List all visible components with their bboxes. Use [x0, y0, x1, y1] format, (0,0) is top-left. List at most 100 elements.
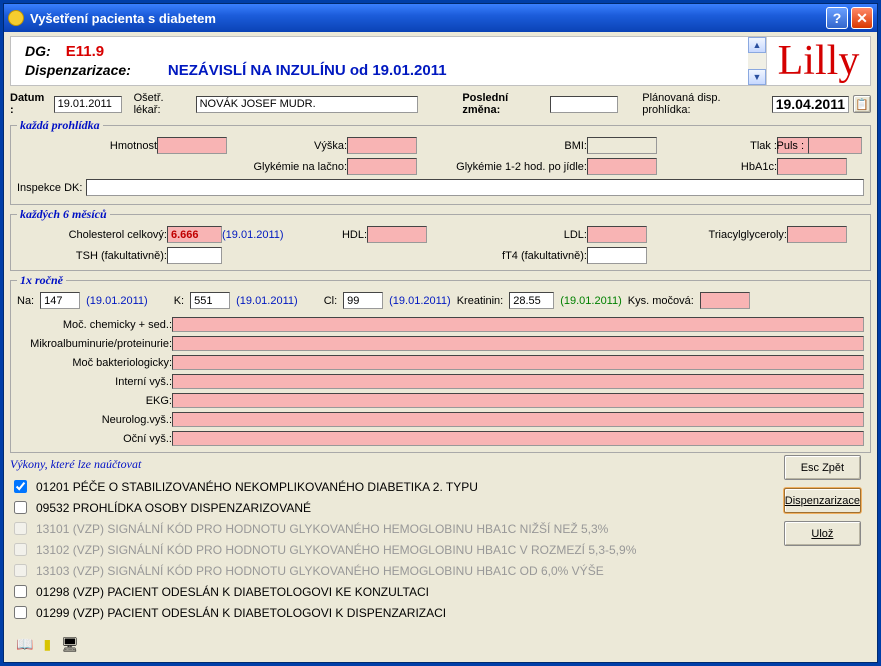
ldl-label: LDL: — [427, 229, 587, 241]
glyk-fast-input[interactable] — [347, 158, 417, 175]
planned-label: Plánovaná disp. prohlídka: — [642, 92, 767, 116]
doctor-input[interactable]: NOVÁK JOSEF MUDR. — [196, 96, 419, 113]
cl-input[interactable]: 99 — [343, 292, 383, 309]
tsh-input[interactable] — [167, 247, 222, 264]
procedure-item[interactable]: 09532 PROHLÍDKA OSOBY DISPENZARIZOVANÉ — [10, 497, 710, 518]
r7-input[interactable] — [172, 431, 864, 446]
r4-label: Interní vyš.: — [17, 376, 172, 388]
weight-label: Hmotnost — [17, 140, 157, 152]
section-every-visit: každá prohlídka Hmotnost Výška: BMI: Tla… — [10, 118, 871, 205]
app-icon — [8, 10, 24, 26]
doctor-label: Ošetř. lékař: — [134, 92, 192, 116]
na-input[interactable]: 147 — [40, 292, 80, 309]
glyk-post-input[interactable] — [587, 158, 657, 175]
procedure-label: 01298 (VZP) PACIENT ODESLÁN K DIABETOLOG… — [36, 585, 429, 599]
inspekce-input[interactable] — [86, 179, 864, 196]
chol-input[interactable]: 6.666 — [167, 226, 222, 243]
procedure-checkbox — [14, 543, 27, 556]
glyk-post-label: Glykémie 1-2 hod. po jídle: — [417, 161, 587, 173]
hba1c-label: HbA1c: — [657, 161, 777, 173]
pulse-label: Puls : — [776, 140, 804, 152]
ft4-input[interactable] — [587, 247, 647, 264]
procedure-checkbox[interactable] — [14, 606, 27, 619]
r6-input[interactable] — [172, 412, 864, 427]
procedure-label: 13102 (VZP) SIGNÁLNÍ KÓD PRO HODNOTU GLY… — [36, 543, 636, 557]
hba1c-input[interactable] — [777, 158, 847, 175]
banner: DG: E11.9 Dispenzarizace: NEZÁVISLÍ NA I… — [10, 36, 871, 86]
creat-date: (19.01.2011) — [560, 295, 622, 307]
date-label: Datum : — [10, 92, 50, 116]
note-icon[interactable]: ▮ — [43, 636, 51, 653]
procedure-checkbox — [14, 564, 27, 577]
dispenzarizace-value: NEZÁVISLÍ NA INZULÍNU od 19.01.2011 — [168, 62, 447, 79]
r3-label: Moč bakteriologicky: — [17, 357, 172, 369]
dg-label: DG: — [25, 43, 51, 59]
k-date: (19.01.2011) — [236, 295, 298, 307]
legend-yearly: 1x ročně — [17, 273, 66, 288]
hdl-input[interactable] — [367, 226, 427, 243]
banner-scrollbar[interactable]: ▲ ▼ — [748, 37, 766, 85]
bmi-label: BMI: — [417, 140, 587, 152]
last-change-label: Poslední změna: — [462, 92, 546, 116]
book-icon[interactable]: 📖 — [16, 636, 33, 653]
statusbar: 📖 ▮ 🖥 — [10, 633, 871, 656]
tg-input[interactable] — [787, 226, 847, 243]
r5-label: EKG: — [17, 395, 172, 407]
procedure-label: 09532 PROHLÍDKA OSOBY DISPENZARIZOVANÉ — [36, 501, 311, 515]
r7-label: Oční vyš.: — [17, 433, 172, 445]
calendar-button[interactable]: 📋 — [853, 95, 871, 113]
scroll-up-icon[interactable]: ▲ — [748, 37, 766, 53]
help-button[interactable]: ? — [826, 7, 848, 29]
procedure-checkbox — [14, 522, 27, 535]
glyk-fast-label: Glykémie na lačno: — [227, 161, 347, 173]
monitor-icon[interactable]: 🖥 — [61, 636, 79, 653]
last-change-input[interactable] — [550, 96, 618, 113]
lilly-logo: Lilly — [766, 37, 870, 85]
dispenzarizace-label: Dispenzarizace: — [25, 62, 131, 78]
dg-value: E11.9 — [66, 43, 104, 60]
r2-input[interactable] — [172, 336, 864, 351]
esc-back-button[interactable]: Esc Zpět — [784, 455, 861, 480]
window-title: Vyšetření pacienta s diabetem — [30, 11, 216, 26]
creat-label: Kreatinin: — [457, 295, 503, 307]
r3-input[interactable] — [172, 355, 864, 370]
date-input[interactable]: 19.01.2011 — [54, 96, 122, 113]
r4-input[interactable] — [172, 374, 864, 389]
k-label: K: — [174, 295, 184, 307]
kys-input[interactable] — [700, 292, 750, 309]
procedure-checkbox[interactable] — [14, 501, 27, 514]
procedure-label: 01299 (VZP) PACIENT ODESLÁN K DIABETOLOG… — [36, 606, 446, 620]
close-button[interactable]: ✕ — [851, 7, 873, 29]
procedure-checkbox[interactable] — [14, 480, 27, 493]
inspekce-label: Inspekce DK: — [17, 182, 82, 194]
ldl-input[interactable] — [587, 226, 647, 243]
procedure-item[interactable]: 01298 (VZP) PACIENT ODESLÁN K DIABETOLOG… — [10, 581, 710, 602]
bp-label: Tlak : — [657, 140, 777, 152]
save-button[interactable]: Ulož — [784, 521, 861, 546]
tsh-label: TSH (fakultativně): — [17, 250, 167, 262]
planned-input[interactable]: 19.04.2011 — [772, 96, 849, 113]
kys-label: Kys. močová: — [628, 295, 694, 307]
legend-procedures: Výkony, které lze naúčtovat — [10, 457, 141, 471]
procedure-label: 01201 PÉČE O STABILIZOVANÉHO NEKOMPLIKOV… — [36, 480, 478, 494]
scroll-down-icon[interactable]: ▼ — [748, 69, 766, 85]
r1-label: Moč. chemicky + sed.: — [17, 319, 172, 331]
procedure-label: 13101 (VZP) SIGNÁLNÍ KÓD PRO HODNOTU GLY… — [36, 522, 608, 536]
r5-input[interactable] — [172, 393, 864, 408]
creat-input[interactable]: 28.55 — [509, 292, 554, 309]
k-input[interactable]: 551 — [190, 292, 230, 309]
procedure-item[interactable]: 01299 (VZP) PACIENT ODESLÁN K DIABETOLOG… — [10, 602, 710, 623]
procedure-item[interactable]: 01201 PÉČE O STABILIZOVANÉHO NEKOMPLIKOV… — [10, 476, 710, 497]
procedure-checkbox[interactable] — [14, 585, 27, 598]
pulse-input[interactable] — [808, 137, 862, 154]
na-date: (19.01.2011) — [86, 295, 148, 307]
dispenzarizace-button[interactable]: Dispenzarizace — [784, 488, 861, 513]
procedure-item: 13102 (VZP) SIGNÁLNÍ KÓD PRO HODNOTU GLY… — [10, 539, 710, 560]
tg-label: Triacylglyceroly: — [647, 229, 787, 241]
cl-label: Cl: — [324, 295, 337, 307]
section-procedures: Výkony, které lze naúčtovat 01201 PÉČE O… — [10, 455, 871, 625]
weight-input[interactable] — [157, 137, 227, 154]
app-window: Vyšetření pacienta s diabetem ? ✕ DG: E1… — [3, 3, 878, 663]
height-input[interactable] — [347, 137, 417, 154]
r1-input[interactable] — [172, 317, 864, 332]
